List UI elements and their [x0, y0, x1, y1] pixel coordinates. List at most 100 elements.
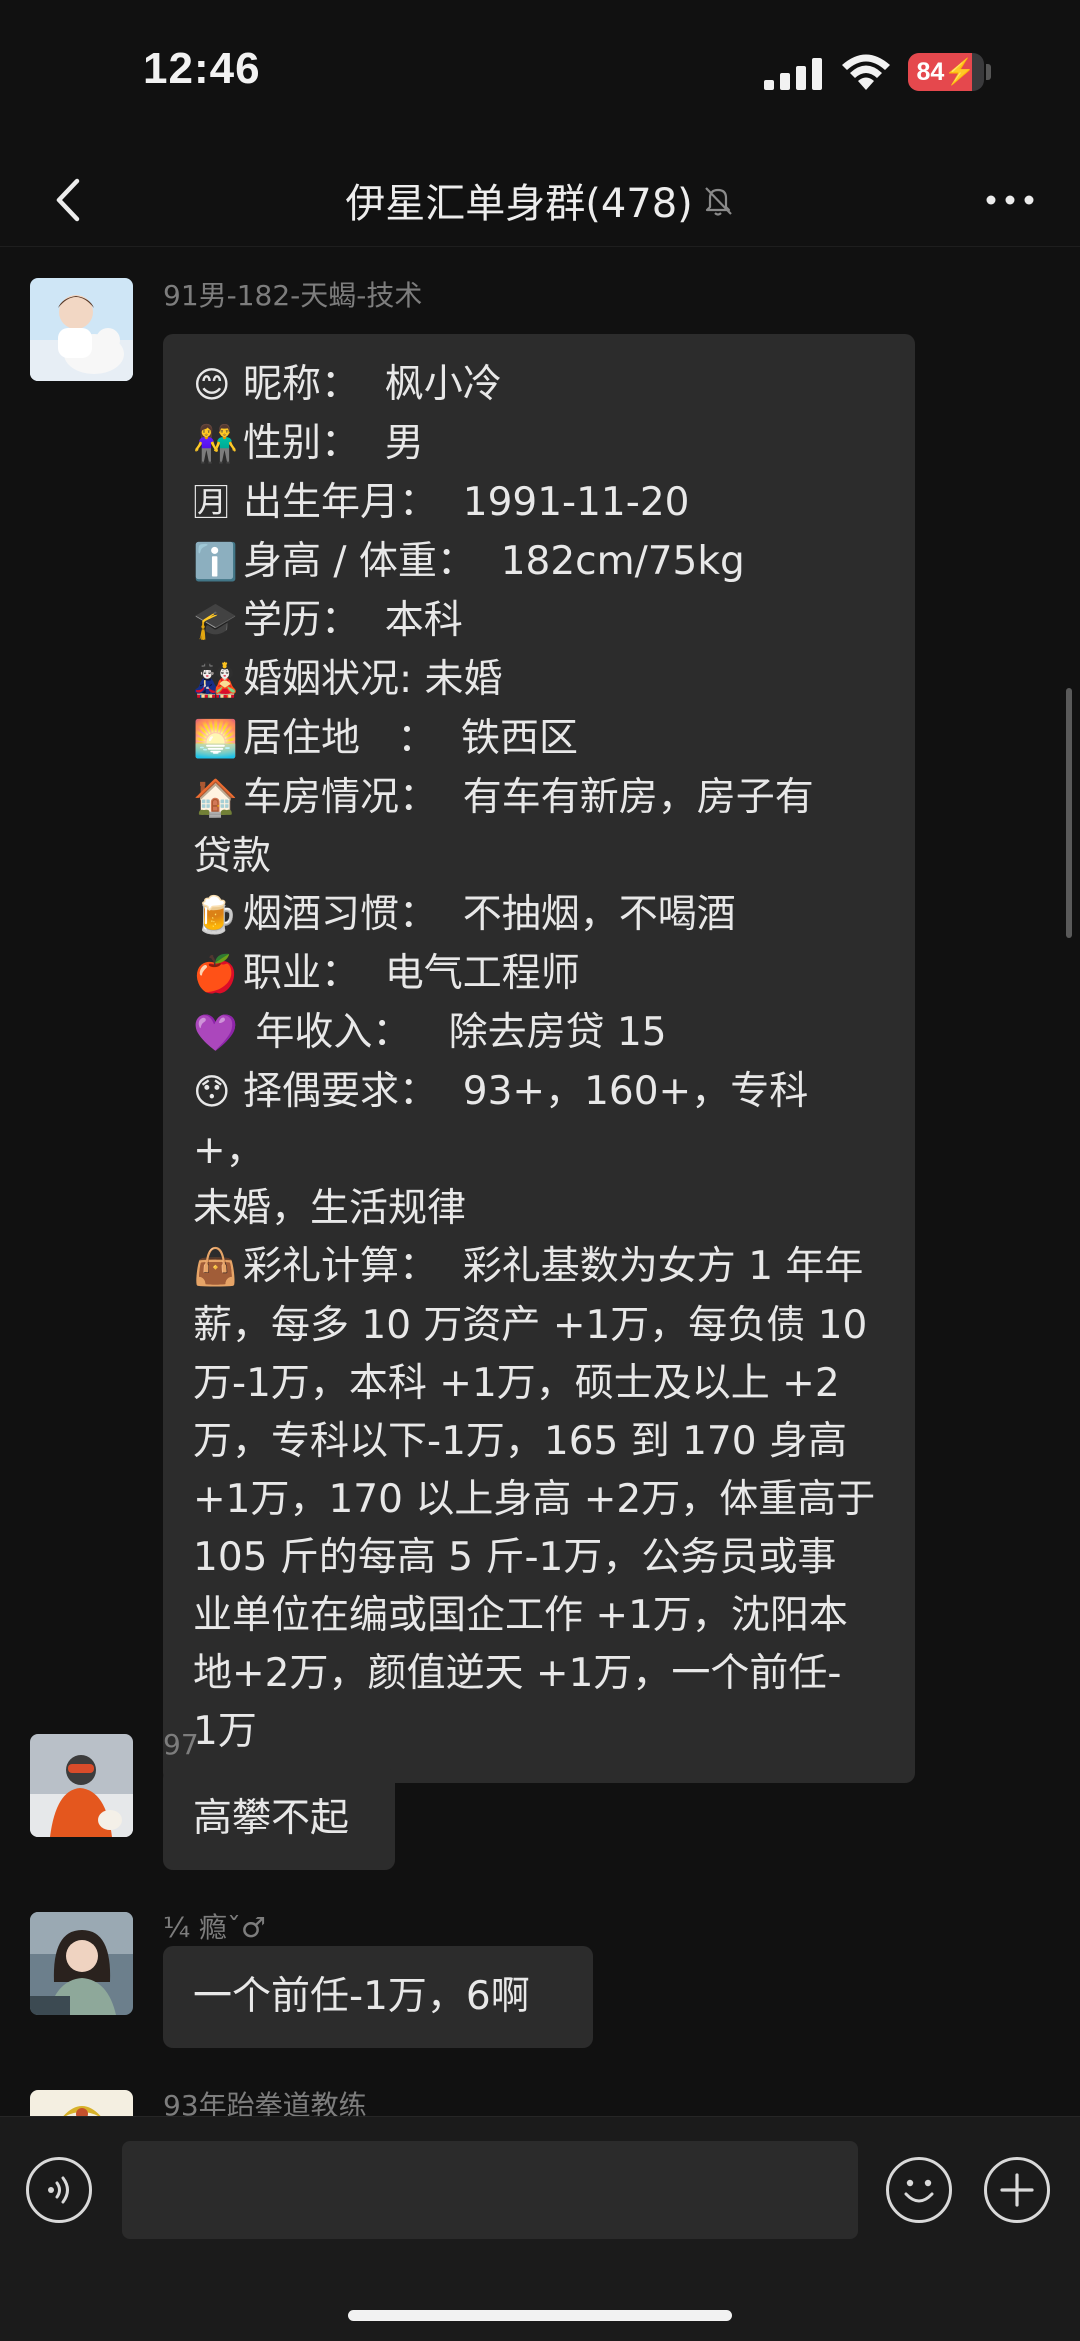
line-text: 1万	[193, 1709, 257, 1754]
scrollbar[interactable]	[1066, 688, 1072, 938]
cellular-signal-icon	[764, 58, 822, 90]
avatar[interactable]	[30, 1734, 133, 1837]
header-divider	[0, 246, 1080, 247]
line-text: 105 斤的每高 5 斤-1万，公务员或事	[193, 1535, 837, 1580]
avatar-image	[30, 278, 133, 381]
message-bubble[interactable]: 😊 昵称： 枫小冷 👫 性别： 男 🈷 出生年月： 1991-11-20 ℹ️ 身高 / 体重…	[163, 334, 915, 1783]
line-text: 万-1万，本科 +1万，硕士及以上 +2	[193, 1361, 840, 1406]
plus-button[interactable]	[984, 2157, 1050, 2223]
profile-line: 😊 昵称： 枫小冷	[193, 356, 885, 415]
profile-line: 👫 性别： 男	[193, 415, 885, 474]
emoji-button[interactable]	[886, 2157, 952, 2223]
battery-tip	[986, 64, 991, 80]
voice-button[interactable]	[26, 2157, 92, 2223]
battery-level: 84	[916, 58, 945, 86]
line-text: 职业： 电气工程师	[243, 951, 580, 996]
line-emoji-icon: 💜	[193, 1013, 238, 1054]
line-emoji-icon: 👫	[193, 424, 238, 465]
line-text: 彩礼计算： 彩礼基数为女方 1 年年	[243, 1244, 864, 1289]
sender-name: 93年跆拳道教练	[163, 2089, 367, 2116]
chevron-left-icon	[56, 178, 80, 222]
sender-name: 97	[163, 1728, 199, 1761]
profile-line: 🎓 学历： 本科	[193, 592, 885, 651]
profile-line: 🌅 居住地 ： 铁西区	[193, 710, 885, 769]
line-text: 业单位在编或国企工作 +1万，沈阳本	[193, 1593, 848, 1638]
line-emoji-icon: 🍎	[193, 954, 238, 995]
profile-line: 万-1万，本科 +1万，硕士及以上 +2	[193, 1355, 885, 1413]
profile-line: 😯 择偶要求： 93+，160+，专科 +，	[193, 1063, 885, 1180]
profile-line: 👜 彩礼计算： 彩礼基数为女方 1 年年	[193, 1238, 885, 1297]
bell-off-icon	[704, 187, 732, 216]
line-text: 贷款	[193, 834, 272, 879]
message-bubble[interactable]: 一个前任-1万，6啊	[163, 1946, 593, 2048]
line-text: 万，专科以下-1万，165 到 170 身高	[193, 1419, 847, 1464]
message-input[interactable]	[122, 2141, 858, 2239]
line-text: 车房情况： 有车有新房，房子有	[243, 775, 814, 820]
profile-line: ℹ️ 身高 / 体重： 182cm/75kg	[193, 533, 885, 592]
input-bar	[0, 2116, 1080, 2341]
status-time: 12:46	[143, 44, 261, 93]
avatar[interactable]	[30, 2090, 133, 2116]
more-dots-icon	[986, 195, 1034, 205]
line-text: 烟酒习惯： 不抽烟，不喝酒	[243, 892, 736, 937]
back-button[interactable]	[30, 162, 106, 238]
message-text: 一个前任-1万，6啊	[193, 1974, 530, 2019]
profile-line: 🎎 婚姻状况: 未婚	[193, 651, 885, 710]
profile-line: 🍎 职业： 电气工程师	[193, 945, 885, 1004]
line-emoji-icon: ℹ️	[193, 542, 238, 583]
chat-header: 伊星汇单身群(478)	[0, 150, 1080, 250]
line-emoji-icon: 😯	[193, 1072, 231, 1113]
line-emoji-icon: 🎓	[193, 601, 238, 642]
message-text: 高攀不起	[193, 1796, 350, 1841]
line-text: 出生年月： 1991-11-20	[243, 480, 690, 525]
message-bubble[interactable]: 高攀不起	[163, 1768, 395, 1870]
line-emoji-icon: 🎎	[193, 660, 238, 701]
line-text: 择偶要求： 93+，160+，专科 +，	[193, 1069, 821, 1173]
line-text: 昵称： 枫小冷	[243, 362, 502, 407]
battery-icon: 84⚡	[908, 53, 984, 91]
profile-line: 业单位在编或国企工作 +1万，沈阳本	[193, 1587, 885, 1645]
profile-line: 🍺 烟酒习惯： 不抽烟，不喝酒	[193, 886, 885, 945]
line-text: 性别： 男	[243, 421, 424, 466]
sender-name: ¼ 瘾ˇ♂︎	[163, 1911, 267, 1944]
message-list[interactable]: 91男-182-天蝎-技术 😊 昵称： 枫小冷 👫 性别： 男 🈷 出生年月： 1991-…	[0, 250, 1080, 2116]
avatar[interactable]	[30, 1912, 133, 2015]
line-text: 学历： 本科	[243, 598, 463, 643]
profile-line: 105 斤的每高 5 斤-1万，公务员或事	[193, 1529, 885, 1587]
line-emoji-icon: 🏠	[193, 778, 238, 819]
profile-line: 🏠 车房情况： 有车有新房，房子有	[193, 769, 885, 828]
line-text: 地+2万，颜值逆天 +1万，一个前任-	[193, 1651, 842, 1696]
profile-lines: 😊 昵称： 枫小冷 👫 性别： 男 🈷 出生年月： 1991-11-20 ℹ️ 身高 / 体重…	[193, 356, 885, 1761]
profile-line: 贷款	[193, 828, 885, 886]
avatar-image	[30, 1912, 133, 2015]
sender-name: 91男-182-天蝎-技术	[163, 279, 423, 312]
profile-line: +1万，170 以上身高 +2万，体重高于	[193, 1471, 885, 1529]
line-emoji-icon: 🌅	[193, 719, 238, 760]
avatar-image	[30, 2090, 133, 2116]
status-bar: 12:46 84⚡	[0, 0, 1080, 150]
avatar-image	[30, 1734, 133, 1837]
line-text: 婚姻状况: 未婚	[243, 657, 503, 702]
line-text: 薪，每多 10 万资产 +1万，每负债 10	[193, 1303, 868, 1348]
charging-bolt-icon: ⚡	[944, 58, 976, 86]
more-button[interactable]	[972, 162, 1048, 238]
profile-line: 💜 年收入： 除去房贷 15	[193, 1004, 885, 1063]
line-text: 年收入： 除去房贷 15	[243, 1010, 667, 1055]
line-emoji-icon: 😊	[193, 365, 231, 406]
chat-title: 伊星汇单身群(478)	[345, 181, 693, 227]
profile-line: 🈷 出生年月： 1991-11-20	[193, 474, 885, 533]
line-emoji-icon: 🍺	[193, 895, 238, 936]
line-emoji-icon: 🈷	[193, 483, 230, 524]
voice-icon	[48, 2176, 69, 2204]
line-text: 居住地 ： 铁西区	[243, 716, 578, 761]
home-indicator	[348, 2310, 732, 2321]
profile-line: 1万	[193, 1703, 885, 1761]
profile-line: 地+2万，颜值逆天 +1万，一个前任-	[193, 1645, 885, 1703]
line-text: 身高 / 体重： 182cm/75kg	[243, 539, 745, 584]
profile-line: 未婚，生活规律	[193, 1180, 885, 1238]
line-text: +1万，170 以上身高 +2万，体重高于	[193, 1477, 876, 1522]
plus-icon	[1000, 2173, 1034, 2207]
avatar[interactable]	[30, 278, 133, 381]
chat-screen: 12:46 84⚡ 伊星汇单身群(478) 91男-182-天蝎-技术 😊 昵称…	[0, 0, 1080, 2341]
chat-title-container: 伊星汇单身群(478)	[200, 162, 880, 238]
